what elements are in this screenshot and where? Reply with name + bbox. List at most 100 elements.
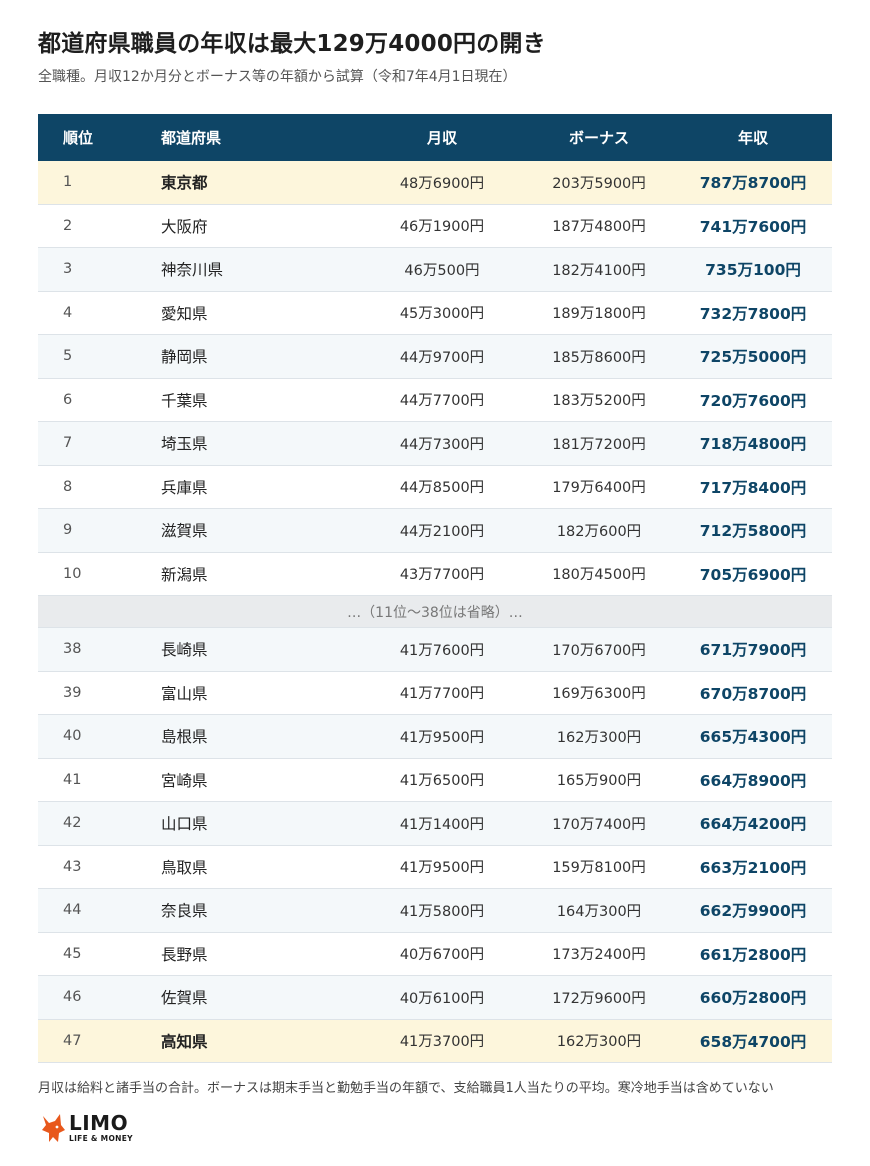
cell-monthly: 44万2100円: [360, 508, 524, 553]
cell-annual: 662万9900円: [674, 888, 832, 933]
logo-name: LIMO: [69, 1111, 129, 1136]
cell-prefecture: 千葉県: [157, 378, 360, 422]
cell-monthly: 40万6100円: [360, 975, 524, 1020]
cell-annual: 671万7900円: [674, 627, 832, 672]
cell-rank: 41: [38, 758, 157, 802]
cell-monthly: 46万500円: [360, 247, 524, 292]
table-row: 43 鳥取県 41万9500円 159万8100円 663万2100円: [38, 845, 832, 889]
cell-bonus: 165万900円: [524, 758, 674, 802]
cell-rank: 45: [38, 932, 157, 976]
cell-rank: 8: [38, 465, 157, 509]
cell-prefecture: 埼玉県: [157, 421, 360, 466]
cell-monthly: 46万1900円: [360, 204, 524, 248]
cell-annual: 717万8400円: [674, 465, 832, 509]
cell-rank: 39: [38, 671, 157, 715]
cell-rank: 40: [38, 714, 157, 759]
header-monthly: 月収: [360, 114, 524, 161]
cell-prefecture: 大阪府: [157, 204, 360, 248]
omitted-note-text: …（11位〜38位は省略）…: [38, 595, 832, 628]
omitted-rows-note: …（11位〜38位は省略）…: [38, 595, 832, 628]
cell-bonus: 162万300円: [524, 1019, 674, 1063]
cell-monthly: 44万7300円: [360, 421, 524, 466]
cell-prefecture: 高知県: [157, 1019, 360, 1063]
cell-prefecture: 宮崎県: [157, 758, 360, 802]
cell-annual: 664万4200円: [674, 801, 832, 846]
cell-rank: 6: [38, 378, 157, 422]
cell-bonus: 162万300円: [524, 714, 674, 759]
table-row: 41 宮崎県 41万6500円 165万900円 664万8900円: [38, 758, 832, 802]
cell-prefecture: 鳥取県: [157, 845, 360, 889]
cell-prefecture: 島根県: [157, 714, 360, 759]
page-title: 都道府県職員の年収は最大129万4000円の開き: [38, 31, 546, 57]
table-row: 6 千葉県 44万7700円 183万5200円 720万7600円: [38, 378, 832, 422]
cell-bonus: 164万300円: [524, 888, 674, 933]
table-row: 3 神奈川県 46万500円 182万4100円 735万100円: [38, 247, 832, 292]
table-row: 8 兵庫県 44万8500円 179万6400円 717万8400円: [38, 465, 832, 509]
table-row: 40 島根県 41万9500円 162万300円 665万4300円: [38, 714, 832, 759]
cell-rank: 38: [38, 627, 157, 672]
table-row: 46 佐賀県 40万6100円 172万9600円 660万2800円: [38, 975, 832, 1020]
cell-prefecture: 佐賀県: [157, 975, 360, 1020]
cell-prefecture: 富山県: [157, 671, 360, 715]
cell-bonus: 182万4100円: [524, 247, 674, 292]
cell-annual: 720万7600円: [674, 378, 832, 422]
table-row: 7 埼玉県 44万7300円 181万7200円 718万4800円: [38, 421, 832, 466]
cell-rank: 44: [38, 888, 157, 933]
table-header-row: 順位 都道府県 月収 ボーナス 年収: [38, 114, 832, 161]
fox-icon: [42, 1114, 65, 1142]
cell-annual: 670万8700円: [674, 671, 832, 715]
cell-rank: 42: [38, 801, 157, 846]
table-row: 4 愛知県 45万3000円 189万1800円 732万7800円: [38, 291, 832, 335]
table-row: 44 奈良県 41万5800円 164万300円 662万9900円: [38, 888, 832, 933]
cell-prefecture: 長野県: [157, 932, 360, 976]
cell-bonus: 203万5900円: [524, 161, 674, 205]
footnote: 月収は給料と諸手当の合計。ボーナスは期末手当と勤勉手当の年額で、支給職員1人当た…: [38, 1081, 774, 1096]
limo-logo: LIMO LIFE & MONEY: [40, 1112, 133, 1144]
cell-rank: 47: [38, 1019, 157, 1063]
cell-annual: 712万5800円: [674, 508, 832, 553]
cell-monthly: 41万6500円: [360, 758, 524, 802]
cell-annual: 725万5000円: [674, 334, 832, 379]
cell-annual: 658万4700円: [674, 1019, 832, 1063]
cell-annual: 660万2800円: [674, 975, 832, 1020]
cell-rank: 46: [38, 975, 157, 1020]
cell-bonus: 187万4800円: [524, 204, 674, 248]
cell-monthly: 41万1400円: [360, 801, 524, 846]
cell-monthly: 43万7700円: [360, 552, 524, 596]
cell-rank: 5: [38, 334, 157, 379]
cell-bonus: 159万8100円: [524, 845, 674, 889]
cell-rank: 2: [38, 204, 157, 248]
table-header: 順位 都道府県 月収 ボーナス 年収: [38, 114, 832, 161]
cell-monthly: 44万7700円: [360, 378, 524, 422]
cell-monthly: 41万5800円: [360, 888, 524, 933]
cell-monthly: 41万3700円: [360, 1019, 524, 1063]
cell-monthly: 41万7600円: [360, 627, 524, 672]
cell-prefecture: 静岡県: [157, 334, 360, 379]
cell-annual: 661万2800円: [674, 932, 832, 976]
logo-text: LIMO LIFE & MONEY: [69, 1113, 133, 1143]
cell-bonus: 185万8600円: [524, 334, 674, 379]
cell-bonus: 170万7400円: [524, 801, 674, 846]
cell-monthly: 41万9500円: [360, 845, 524, 889]
cell-prefecture: 愛知県: [157, 291, 360, 335]
cell-prefecture: 神奈川県: [157, 247, 360, 292]
cell-monthly: 45万3000円: [360, 291, 524, 335]
cell-rank: 3: [38, 247, 157, 292]
cell-monthly: 44万9700円: [360, 334, 524, 379]
cell-prefecture: 山口県: [157, 801, 360, 846]
cell-annual: 664万8900円: [674, 758, 832, 802]
cell-monthly: 44万8500円: [360, 465, 524, 509]
cell-annual: 741万7600円: [674, 204, 832, 248]
cell-monthly: 41万9500円: [360, 714, 524, 759]
cell-prefecture: 東京都: [157, 161, 360, 205]
table-body: 1 東京都 48万6900円 203万5900円 787万8700円 2 大阪府 46万190…: [38, 161, 832, 1063]
cell-annual: 665万4300円: [674, 714, 832, 759]
cell-rank: 1: [38, 161, 157, 205]
cell-bonus: 180万4500円: [524, 552, 674, 596]
table-row: 47 高知県 41万3700円 162万300円 658万4700円: [38, 1019, 832, 1063]
cell-monthly: 41万7700円: [360, 671, 524, 715]
cell-bonus: 170万6700円: [524, 627, 674, 672]
table-row: 5 静岡県 44万9700円 185万8600円 725万5000円: [38, 334, 832, 379]
cell-rank: 7: [38, 421, 157, 466]
cell-bonus: 189万1800円: [524, 291, 674, 335]
